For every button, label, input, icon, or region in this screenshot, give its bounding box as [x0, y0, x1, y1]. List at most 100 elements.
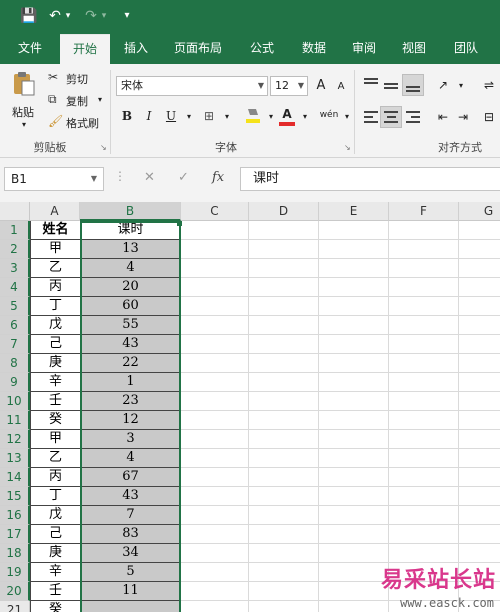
empty-cell[interactable] [459, 373, 500, 392]
empty-cell[interactable] [249, 354, 319, 373]
empty-cell[interactable] [459, 278, 500, 297]
tab-home[interactable]: 开始 [60, 34, 110, 64]
empty-cell[interactable] [181, 582, 249, 601]
merge-center-icon[interactable]: ⊟ [480, 108, 498, 126]
empty-cell[interactable] [249, 240, 319, 259]
empty-cell[interactable] [249, 582, 319, 601]
cell-b[interactable]: 4 [81, 449, 181, 468]
empty-cell[interactable] [459, 525, 500, 544]
font-name-select[interactable]: 宋体 ▼ [116, 76, 268, 96]
empty-cell[interactable] [389, 297, 459, 316]
cell-b[interactable]: 83 [81, 525, 181, 544]
copy-icon[interactable]: ⧉ [48, 92, 57, 107]
cell-b[interactable]: 34 [81, 544, 181, 563]
column-header-b[interactable]: B [80, 202, 181, 221]
font-size-select[interactable]: 12 ▼ [270, 76, 308, 96]
empty-cell[interactable] [181, 335, 249, 354]
empty-cell[interactable] [319, 563, 389, 582]
empty-cell[interactable] [249, 525, 319, 544]
cell-b[interactable]: 4 [81, 259, 181, 278]
empty-cell[interactable] [459, 240, 500, 259]
row-header[interactable]: 19 [0, 563, 30, 582]
cell-b[interactable]: 22 [81, 354, 181, 373]
orientation-icon[interactable]: ↗ [434, 76, 452, 94]
empty-cell[interactable] [319, 506, 389, 525]
enter-icon[interactable]: ✓ [178, 170, 189, 185]
increase-indent-icon[interactable]: ⇥ [454, 108, 472, 126]
decrease-indent-icon[interactable]: ⇤ [434, 108, 452, 126]
empty-cell[interactable] [459, 354, 500, 373]
row-header[interactable]: 1 [0, 221, 30, 240]
align-left-button[interactable] [362, 108, 380, 126]
empty-cell[interactable] [389, 259, 459, 278]
empty-cell[interactable] [181, 221, 249, 240]
empty-cell[interactable] [181, 259, 249, 278]
row-header[interactable]: 17 [0, 525, 30, 544]
empty-cell[interactable] [319, 392, 389, 411]
column-header-f[interactable]: F [389, 202, 459, 221]
empty-cell[interactable] [319, 335, 389, 354]
cell-b[interactable]: 43 [81, 335, 181, 354]
cell-a[interactable]: 壬 [30, 392, 81, 411]
empty-cell[interactable] [181, 563, 249, 582]
column-header-d[interactable]: D [249, 202, 319, 221]
empty-cell[interactable] [319, 582, 389, 601]
empty-cell[interactable] [249, 411, 319, 430]
fill-handle[interactable] [177, 221, 182, 226]
save-icon[interactable]: 💾 [18, 6, 40, 26]
empty-cell[interactable] [249, 487, 319, 506]
row-header[interactable]: 6 [0, 316, 30, 335]
orientation-dropdown-icon[interactable]: ▾ [452, 77, 470, 95]
empty-cell[interactable] [181, 449, 249, 468]
column-header-c[interactable]: C [181, 202, 249, 221]
italic-button[interactable]: I [140, 107, 158, 125]
empty-cell[interactable] [181, 354, 249, 373]
empty-cell[interactable] [181, 430, 249, 449]
borders-icon[interactable]: ⊞ [200, 107, 218, 125]
cell-a[interactable]: 壬 [30, 582, 81, 601]
empty-cell[interactable] [249, 563, 319, 582]
insert-function-icon[interactable]: fx [212, 170, 224, 185]
empty-cell[interactable] [319, 487, 389, 506]
empty-cell[interactable] [459, 487, 500, 506]
formula-input[interactable]: 课时 [240, 167, 500, 191]
cut-icon[interactable]: ✂ [48, 70, 58, 84]
empty-cell[interactable] [181, 506, 249, 525]
cell-b[interactable] [81, 601, 181, 612]
paste-icon[interactable] [10, 70, 38, 98]
empty-cell[interactable] [319, 259, 389, 278]
middle-align-button[interactable] [382, 76, 400, 94]
empty-cell[interactable] [319, 297, 389, 316]
empty-cell[interactable] [249, 278, 319, 297]
empty-cell[interactable] [249, 335, 319, 354]
cell-b[interactable]: 55 [81, 316, 181, 335]
cell-b[interactable]: 7 [81, 506, 181, 525]
empty-cell[interactable] [249, 430, 319, 449]
tab-review[interactable]: 审阅 [342, 34, 386, 64]
empty-cell[interactable] [249, 449, 319, 468]
empty-cell[interactable] [389, 373, 459, 392]
font-launcher-icon[interactable]: ↘ [344, 143, 351, 152]
tab-view[interactable]: 视图 [392, 34, 436, 64]
empty-cell[interactable] [459, 392, 500, 411]
cell-a[interactable]: 姓名 [30, 221, 81, 240]
row-header[interactable]: 20 [0, 582, 30, 601]
cell-a[interactable]: 辛 [30, 563, 81, 582]
column-header-e[interactable]: E [319, 202, 389, 221]
empty-cell[interactable] [389, 506, 459, 525]
grow-font-button[interactable]: A [312, 77, 330, 95]
cell-a[interactable]: 乙 [30, 449, 81, 468]
empty-cell[interactable] [319, 278, 389, 297]
shrink-font-button[interactable]: A [332, 78, 350, 96]
empty-cell[interactable] [389, 411, 459, 430]
row-header[interactable]: 2 [0, 240, 30, 259]
empty-cell[interactable] [459, 316, 500, 335]
cell-a[interactable]: 戊 [30, 316, 81, 335]
empty-cell[interactable] [249, 601, 319, 612]
column-header-g[interactable]: G [459, 202, 500, 221]
empty-cell[interactable] [249, 373, 319, 392]
cell-a[interactable]: 乙 [30, 259, 81, 278]
name-box[interactable]: B1 ▼ [4, 167, 104, 191]
empty-cell[interactable] [249, 221, 319, 240]
empty-cell[interactable] [389, 468, 459, 487]
